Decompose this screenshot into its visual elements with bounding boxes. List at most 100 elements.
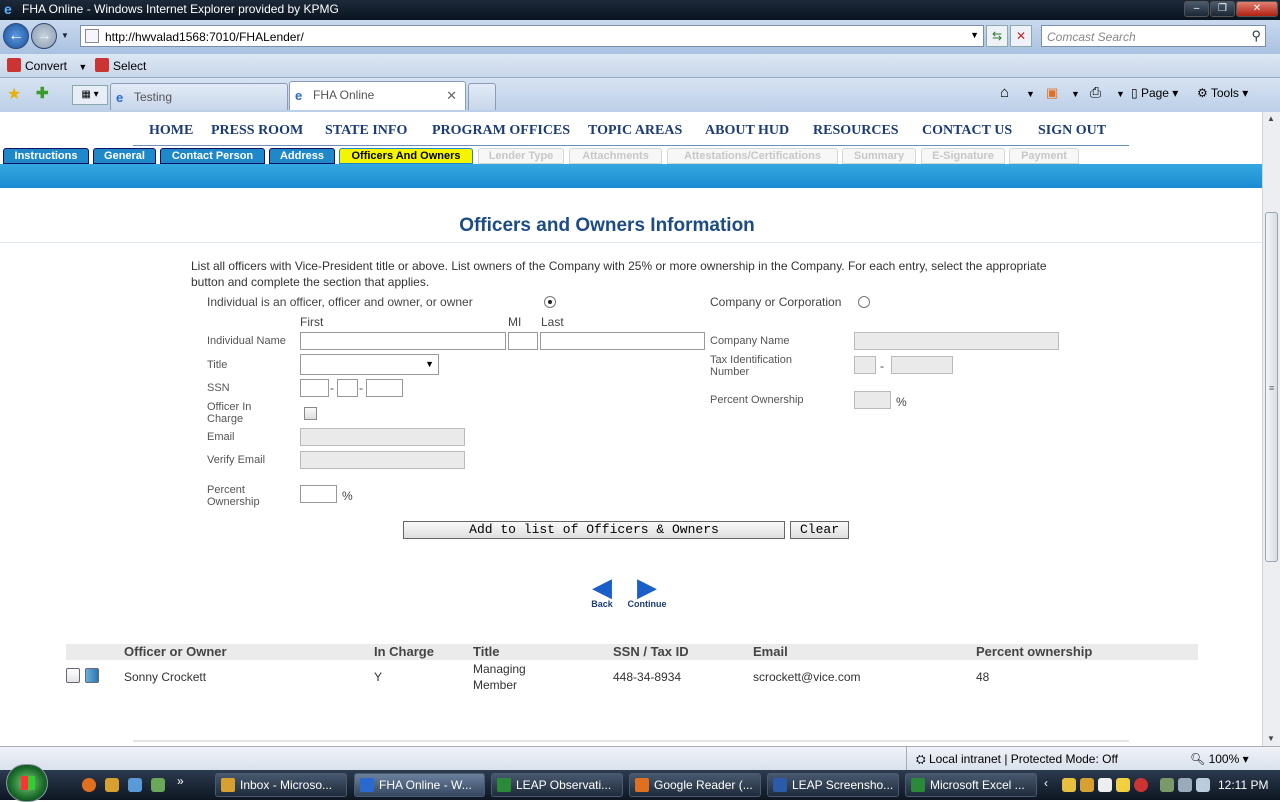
firefox-icon[interactable] [82,778,96,792]
officer-in-charge-checkbox[interactable] [304,407,317,420]
middle-initial-input[interactable] [508,332,538,350]
ssn-part2-input[interactable] [337,379,358,397]
verify-email-input[interactable] [300,451,465,469]
taskbar-item-fha-online[interactable]: FHA Online - W... [354,773,485,797]
nav-program-offices[interactable]: PROGRAM OFFICES [432,123,570,139]
home-icon[interactable]: ⌂ [1000,84,1009,101]
tab-instructions[interactable]: Instructions [3,148,89,164]
continue-nav-button[interactable]: ▶ Continue [626,574,668,609]
vertical-scrollbar[interactable]: ▲ ≡ ▼ [1262,112,1280,746]
feeds-dropdown-icon[interactable]: ▼ [1071,89,1080,99]
convert-dropdown-icon[interactable]: ▼ [78,62,87,72]
email-input[interactable] [300,428,465,446]
company-name-input[interactable] [854,332,1059,350]
favorites-star-icon[interactable]: ★ [7,84,21,104]
forward-button[interactable]: → [31,23,57,49]
scroll-up-icon[interactable]: ▲ [1267,114,1275,123]
tab-officers-and-owners[interactable]: Officers And Owners [339,148,473,164]
ssn-part3-input[interactable] [366,379,403,397]
tray-app-icon[interactable] [1062,778,1076,792]
zoom-control[interactable]: 🔍︎ 100% ▾ [1190,752,1249,766]
back-nav-button[interactable]: ◀ Back [583,574,621,609]
company-percent-input[interactable] [854,391,891,409]
scroll-thumb[interactable]: ≡ [1265,212,1278,562]
select-button[interactable]: Select [95,58,146,73]
nav-contact-us[interactable]: CONTACT US [922,123,1012,139]
nav-topic-areas[interactable]: TOPIC AREAS [588,123,682,139]
tray-security-icon[interactable] [1116,778,1130,792]
nav-state-info[interactable]: STATE INFO [325,123,407,139]
address-bar[interactable]: http://hwvalad1568:7010/FHALender/ ▼ [80,25,984,47]
nav-resources[interactable]: RESOURCES [813,123,899,139]
company-radio[interactable] [858,296,870,308]
page-heading: Officers and Owners Information [459,215,755,236]
tax-id-part2-input[interactable] [891,356,953,374]
tools-menu[interactable]: ⚙ Tools ▾ [1197,86,1248,100]
recent-pages-dropdown[interactable]: ▼ [61,31,69,40]
tray-alert-icon[interactable] [1134,778,1148,792]
add-to-list-button[interactable]: Add to list of Officers & Owners [403,521,785,539]
refresh-button[interactable]: ⇆ [986,25,1008,47]
start-button[interactable] [6,764,48,802]
individual-radio[interactable] [544,296,556,308]
minimize-button[interactable]: – [1184,1,1209,17]
tray-expand-icon[interactable]: ‹ [1044,776,1048,790]
edit-icon[interactable] [66,668,80,683]
last-name-input[interactable] [540,332,705,350]
taskbar-item-excel[interactable]: Microsoft Excel ... [905,773,1037,797]
company-name-label: Company Name [710,335,790,347]
nav-home[interactable]: HOME [149,123,193,139]
new-tab-button[interactable] [468,83,496,110]
desktop-icon[interactable] [128,778,142,792]
taskbar-item-inbox[interactable]: Inbox - Microso... [215,773,347,797]
back-button[interactable]: ← [3,23,29,49]
taskbar-item-leap-screenshot[interactable]: LEAP Screensho... [767,773,899,797]
delete-icon[interactable] [85,668,99,683]
outlook-icon[interactable] [105,778,119,792]
search-icon[interactable]: ⚲ [1251,28,1261,44]
print-dropdown-icon[interactable]: ▼ [1116,89,1125,99]
tab-contact-person[interactable]: Contact Person [160,148,265,164]
individual-radio-label: Individual is an officer, officer and ow… [207,295,473,309]
page-menu[interactable]: ▯ Page ▾ [1131,86,1178,100]
first-name-input[interactable] [300,332,506,350]
security-zone[interactable]: ⛭ Local intranet | Protected Mode: Off [916,752,1118,767]
stop-button[interactable]: ✕ [1010,25,1032,47]
nav-press-room[interactable]: PRESS ROOM [211,123,303,139]
clear-button[interactable]: Clear [790,521,849,539]
tab-testing[interactable]: e Testing [110,83,288,110]
tab-general[interactable]: General [93,148,156,164]
app-icon[interactable] [151,778,165,792]
ssn-part1-input[interactable] [300,379,329,397]
home-dropdown-icon[interactable]: ▼ [1026,89,1035,99]
add-favorites-icon[interactable]: ✚ [36,84,49,102]
volume-icon[interactable] [1196,778,1210,792]
quicklaunch-more-icon[interactable]: » [177,774,184,788]
print-icon[interactable]: ⎙ [1090,84,1101,101]
quick-tabs-button[interactable]: ▦ ▾ [72,85,108,105]
tray-mail-icon[interactable] [1098,778,1112,792]
tray-network-icon[interactable] [1160,778,1174,792]
nav-about-hud[interactable]: ABOUT HUD [705,123,789,139]
title-select[interactable]: ▼ [300,354,439,375]
percent-ownership-input[interactable] [300,485,337,503]
scroll-down-icon[interactable]: ▼ [1267,734,1275,743]
tray-outlook-icon[interactable] [1080,778,1094,792]
tab-address[interactable]: Address [269,148,335,164]
close-window-button[interactable]: ✕ [1236,1,1278,17]
convert-button[interactable]: Convert ▼ [7,58,87,73]
tray-network2-icon[interactable] [1178,778,1192,792]
taskbar-item-google-reader[interactable]: Google Reader (... [629,773,761,797]
tax-id-part1-input[interactable] [854,356,876,374]
address-dropdown-icon[interactable]: ▼ [970,30,979,40]
nav-sign-out[interactable]: SIGN OUT [1038,123,1106,139]
search-box[interactable]: Comcast Search ⚲ [1041,25,1266,47]
back-label: Back [591,599,613,609]
form-step-tabs: Instructions General Contact Person Addr… [0,148,1262,164]
maximize-button[interactable]: ❐ [1210,1,1235,17]
clock[interactable]: 12:11 PM [1218,778,1268,792]
feeds-icon[interactable]: ▣ [1046,85,1058,101]
close-tab-icon[interactable]: ✕ [446,88,457,104]
taskbar-item-leap-observation[interactable]: LEAP Observati... [491,773,623,797]
tab-fha-online[interactable]: e FHA Online ✕ [289,81,466,110]
